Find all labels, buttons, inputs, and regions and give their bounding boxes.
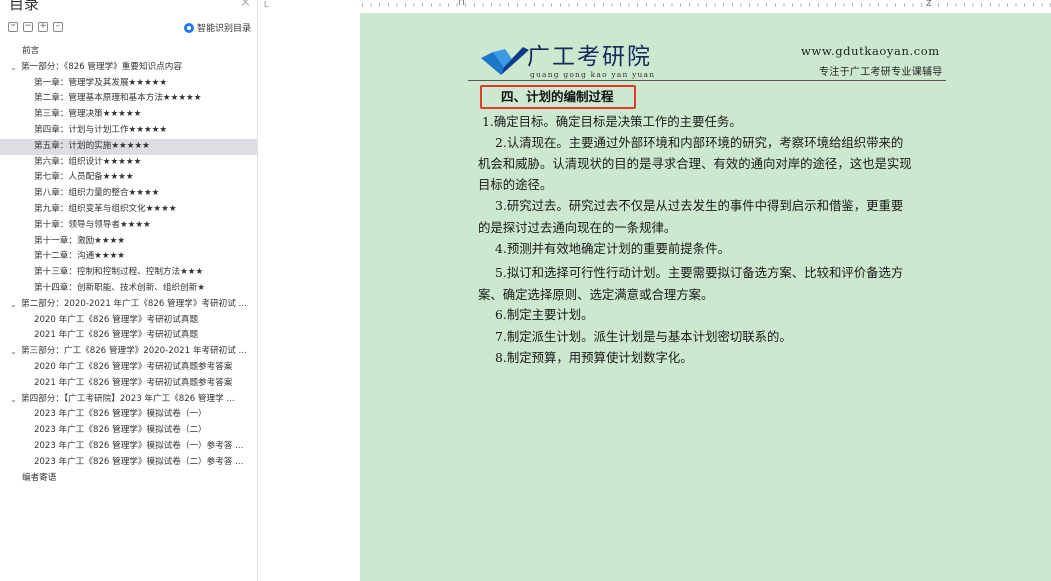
toc-item[interactable]: 2020 年广工《826 管理学》考研初试真题 — [0, 313, 257, 329]
horizontal-ruler[interactable] — [362, 0, 1051, 11]
collapse-all-icon[interactable] — [8, 19, 18, 32]
ruler-right-marker: Z — [926, 0, 932, 8]
toc-item-label: 第五章：计划的实施★★★★★ — [34, 140, 150, 151]
body-line: 3.研究过去。研究过去不仅是从过去发生的事件中得到启示和借鉴，更重要 — [495, 198, 904, 213]
body-line: 5.拟订和选择可行性行动计划。主要需要拟订备选方案、比较和评价备选方 — [495, 265, 904, 280]
close-icon[interactable]: × — [240, 0, 251, 10]
toc-item-label: 前言 — [22, 46, 40, 56]
toc-item-label: 第一部分：《826 管理学》重要知识点内容 — [21, 61, 182, 72]
toc-item-label: 第十三章：控制和控制过程、控制方法★★★ — [34, 267, 204, 278]
sidebar-title: 目录 — [9, 0, 40, 13]
body-line: 2.认清现在。主要通过外部环境和内部环境的研究，考察环境给组织带来的 — [495, 135, 904, 150]
toc-item[interactable]: ⌄ 第四部分：【广工考研院】2023 年广工《826 管理学 ... — [0, 392, 257, 408]
document-page[interactable]: 广工考研院 guang gong kao yan yuan www.gdutka… — [360, 13, 1051, 581]
toc-item[interactable]: 第五章：计划的实施★★★★★ — [0, 138, 257, 155]
section-title: 四、计划的编制过程 — [501, 89, 614, 104]
toc-toolbar — [8, 19, 63, 36]
toc-item[interactable]: 第十一章：激励★★★★ — [0, 234, 257, 250]
toc-item-label: 第四部分：【广工考研院】2023 年广工《826 管理学 ... — [21, 393, 235, 404]
body-line: 机会和威胁。认清现状的目的是寻求合理、有效的通向对岸的途径，这也是实现 — [478, 156, 912, 171]
chevron-down-icon[interactable]: ⌄ — [10, 60, 17, 76]
toc-item-label: 2020 年广工《826 管理学》考研初试真题参考答案 — [34, 361, 233, 372]
toc-item[interactable]: 第四章：计划与计划工作★★★★★ — [0, 123, 257, 139]
toc-item[interactable]: 第十章：领导与领导者★★★★ — [0, 218, 257, 234]
body-line: 8.制定预算，用预算使计划数字化。 — [495, 350, 693, 365]
toc-item[interactable]: 第一章：管理学及其发展★★★★★ — [0, 76, 257, 92]
toc-item-label: 2021 年广工《826 管理学》考研初试真题 — [34, 330, 199, 341]
smart-toc-label: 智能识别目录 — [197, 24, 252, 34]
toc-item[interactable]: 第三章：管理决策★★★★★ — [0, 107, 257, 123]
toc-item[interactable]: 第八章：组织力量的整合★★★★ — [0, 186, 257, 202]
toc-item[interactable]: 编者寄语 — [0, 471, 257, 487]
toc-item-label: 编者寄语 — [22, 472, 57, 483]
logo-icon — [481, 47, 529, 75]
toc-list: 前言 ⌄ 第一部分：《826 管理学》重要知识点内容 第一章：管理学及其发展★★★★★… — [0, 44, 257, 486]
toc-item[interactable]: ⌄ 第三部分：广工《826 管理学》2020-2021 年考研初试 ... — [0, 344, 257, 360]
minimize-icon[interactable] — [53, 21, 63, 32]
body-line: 目标的途径。 — [478, 177, 553, 192]
brand-name: 广工考研院 — [527, 44, 652, 70]
smart-toc-button[interactable]: 智能识别目录 — [184, 21, 251, 34]
toc-item-label: 第六章：组织设计★★★★★ — [34, 156, 142, 167]
toc-item[interactable]: 第十二章：沟通★★★★ — [0, 249, 257, 265]
toc-item-label: 第二部分：2020-2021 年广工《826 管理学》考研初试 ... — [21, 298, 247, 309]
toc-item[interactable]: 2021 年广工《826 管理学》考研初试真题参考答案 — [0, 376, 257, 392]
smart-toc-icon — [184, 22, 194, 33]
brand-url: www.gdutkaoyan.com — [801, 44, 940, 58]
toc-item-label: 第十一章：激励★★★★ — [34, 235, 125, 246]
toc-item-label: 2023 年广工《826 管理学》模拟试卷（二） — [34, 425, 207, 436]
chevron-down-icon[interactable]: ⌄ — [10, 344, 17, 360]
toc-item-label: 第三部分：广工《826 管理学》2020-2021 年考研初试 ... — [21, 346, 247, 357]
ruler-indent-marker[interactable]: ⊓ — [458, 0, 465, 8]
toc-item[interactable]: 2021 年广工《826 管理学》考研初试真题 — [0, 328, 257, 344]
chevron-down-icon[interactable]: ⌄ — [10, 392, 17, 408]
toc-item[interactable]: 第六章：组织设计★★★★★ — [0, 155, 257, 171]
toc-item[interactable]: 第十四章：创新职能、技术创新、组织创新★ — [0, 281, 257, 297]
brand-pinyin: guang gong kao yan yuan — [530, 70, 656, 79]
toc-item[interactable]: 2020 年广工《826 管理学》考研初试真题参考答案 — [0, 360, 257, 376]
header-rule — [468, 80, 946, 81]
toc-item-label: 第四章：计划与计划工作★★★★★ — [34, 124, 168, 135]
toc-item-label: 第十四章：创新职能、技术创新、组织创新★ — [34, 282, 205, 293]
body-line: 的是探讨过去通向现在的一条规律。 — [478, 220, 677, 235]
toc-item-label: 第八章：组织力量的整合★★★★ — [34, 188, 160, 199]
toc-item-label: 第一章：管理学及其发展★★★★★ — [34, 77, 168, 88]
toc-item-label: 第七章：人员配备★★★★ — [34, 172, 134, 183]
toc-item-label: 第二章：管理基本原理和基本方法★★★★★ — [34, 93, 202, 104]
ruler-tab-marker[interactable]: L — [264, 0, 268, 9]
toc-item[interactable]: 第二章：管理基本原理和基本方法★★★★★ — [0, 91, 257, 107]
toc-item-label: 第三章：管理决策★★★★★ — [34, 109, 142, 120]
document-area: L ⊓ Z 广工考研院 guang gong kao yan yuan www.… — [258, 0, 1051, 581]
toc-item-label: 第十二章：沟通★★★★ — [34, 251, 125, 262]
toc-item-label: 2020 年广工《826 管理学》考研初试真题 — [34, 314, 199, 325]
body-line: 7.制定派生计划。派生计划是与基本计划密切联系的。 — [495, 329, 792, 344]
brand-slogan: 专注于广工考研专业课辅导 — [819, 67, 943, 78]
toc-item-label: 2023 年广工《826 管理学》模拟试卷（二）参考答 ... — [34, 456, 244, 467]
toc-item[interactable]: 2023 年广工《826 管理学》模拟试卷（二） — [0, 423, 257, 439]
toc-item[interactable]: 前言 — [0, 44, 257, 60]
toc-item-label: 第十章：领导与领导者★★★★ — [34, 219, 151, 230]
toc-sidebar: 目录 × 智能识别目录 前言 ⌄ 第一部分：《826 管理学》重要知识点内容第一章：… — [0, 0, 258, 581]
toc-item[interactable]: 2023 年广工《826 管理学》模拟试卷（二）参考答 ... — [0, 455, 257, 471]
toc-item-label: 2023 年广工《826 管理学》模拟试卷（一） — [34, 409, 207, 420]
toc-item-label: 2021 年广工《826 管理学》考研初试真题参考答案 — [34, 377, 233, 388]
toc-item[interactable]: ⌄ 第一部分：《826 管理学》重要知识点内容 — [0, 60, 257, 76]
body-line: 6.制定主要计划。 — [495, 307, 594, 322]
toc-item[interactable]: 第九章：组织变革与组织文化★★★★ — [0, 202, 257, 218]
body-line: 案、确定选择原则、选定满意或合理方案。 — [478, 287, 714, 302]
toc-item[interactable]: 第七章：人员配备★★★★ — [0, 170, 257, 186]
chevron-down-icon[interactable]: ⌄ — [10, 297, 17, 313]
expand-level-icon[interactable] — [38, 21, 48, 32]
toc-item[interactable]: 第十三章：控制和控制过程、控制方法★★★ — [0, 265, 257, 281]
collapse-level-icon[interactable] — [23, 21, 33, 32]
body-line: 4.预测并有效地确定计划的重要前提条件。 — [495, 241, 730, 256]
toc-item-label: 2023 年广工《826 管理学》模拟试卷（一）参考答 ... — [34, 440, 244, 451]
body-line: 1.确定目标。确定目标是决策工作的主要任务。 — [482, 114, 742, 129]
toc-item[interactable]: 2023 年广工《826 管理学》模拟试卷（一） — [0, 407, 257, 423]
toc-item[interactable]: ⌄ 第二部分：2020-2021 年广工《826 管理学》考研初试 ... — [0, 297, 257, 313]
toc-item-label: 第九章：组织变革与组织文化★★★★ — [34, 203, 177, 214]
toc-item[interactable]: 2023 年广工《826 管理学》模拟试卷（一）参考答 ... — [0, 439, 257, 455]
